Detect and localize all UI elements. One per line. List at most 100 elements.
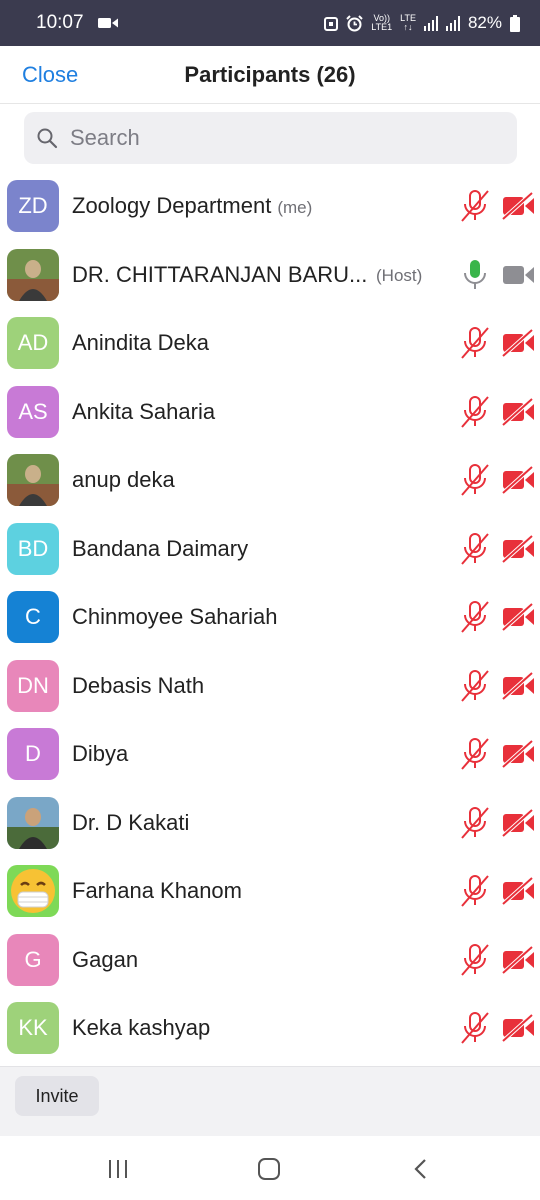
microphone-muted-icon[interactable] xyxy=(459,600,491,634)
video-off-icon[interactable] xyxy=(501,191,535,221)
microphone-muted-icon[interactable] xyxy=(459,395,491,429)
participant-row[interactable]: DR. CHITTARANJAN BARU... (Host) xyxy=(0,241,540,310)
bottom-toolbar: Invite xyxy=(0,1066,540,1136)
avatar: BD xyxy=(7,522,59,575)
alarm-icon xyxy=(346,14,363,31)
participant-row[interactable]: Dr. D Kakati xyxy=(0,789,540,858)
battery-percent: 82% xyxy=(467,13,502,32)
volte-indicator: Vo)) LTE1 xyxy=(371,14,392,32)
video-off-icon[interactable] xyxy=(501,945,535,974)
participant-name-group: Farhana Khanom xyxy=(72,878,242,904)
microphone-muted-icon[interactable] xyxy=(459,737,491,771)
lte-arrows: ↑↓ xyxy=(403,22,413,32)
video-off-icon[interactable] xyxy=(501,465,535,495)
participant-name-group: Ankita Saharia xyxy=(72,399,215,425)
participant-name: Bandana Daimary xyxy=(72,535,249,561)
participants-list: ZD Zoology Department (me) DR. CHITTARANJAN… xyxy=(0,172,540,1063)
microphone-muted-icon[interactable] xyxy=(459,1011,491,1045)
video-off-icon[interactable] xyxy=(501,602,535,632)
participant-row[interactable]: G Gagan xyxy=(0,926,540,995)
participant-name-group: Anindita Deka xyxy=(72,330,209,356)
video-camera-icon xyxy=(97,18,118,28)
avatar: AS xyxy=(7,385,59,438)
search-box[interactable] xyxy=(24,112,517,164)
participant-row[interactable]: C Chinmoyee Sahariah xyxy=(0,583,540,652)
system-nav-bar xyxy=(0,1136,540,1200)
video-off-icon[interactable] xyxy=(501,328,535,358)
video-camera-icon[interactable] xyxy=(501,261,535,289)
participant-row[interactable]: Farhana Khanom xyxy=(0,857,540,926)
status-bar: 10:07 Vo)) LTE1 LTE ↑↓ 82% xyxy=(0,0,540,46)
host-tag: (Host) xyxy=(376,265,423,285)
avatar: ZD xyxy=(7,180,59,233)
back-icon[interactable] xyxy=(404,1154,438,1184)
participants-header: Close Participants (26) xyxy=(0,46,540,104)
participant-row[interactable]: anup deka xyxy=(0,446,540,515)
participant-name: Chinmoyee Sahariah xyxy=(72,604,278,630)
participant-name-group: Debasis Nath xyxy=(72,673,204,699)
participant-name: Ankita Saharia xyxy=(72,398,216,424)
participant-row[interactable]: D Dibya xyxy=(0,720,540,789)
invite-button[interactable]: Invite xyxy=(15,1076,99,1116)
video-off-icon[interactable] xyxy=(501,397,535,426)
microphone-muted-icon[interactable] xyxy=(459,532,491,566)
recent-apps-icon[interactable] xyxy=(101,1154,135,1184)
video-off-icon[interactable] xyxy=(501,876,535,906)
microphone-muted-icon[interactable] xyxy=(459,463,491,497)
video-off-icon[interactable] xyxy=(501,808,535,837)
microphone-muted-icon[interactable] xyxy=(459,326,491,360)
participant-row[interactable]: AD Anindita Deka xyxy=(0,309,540,378)
status-time: 10:07 xyxy=(36,12,84,33)
participant-name: anup deka xyxy=(72,467,175,493)
signal-icon-2 xyxy=(445,15,460,31)
participant-name: DR. CHITTARANJAN BARU... xyxy=(72,261,368,287)
close-button[interactable]: Close xyxy=(22,62,78,88)
participant-name: Dibya xyxy=(72,741,129,767)
participant-row[interactable]: KK Keka kashyap xyxy=(0,994,540,1063)
me-tag: (me) xyxy=(277,198,313,218)
microphone-muted-icon[interactable] xyxy=(459,189,491,223)
microphone-muted-icon[interactable] xyxy=(459,669,491,703)
microphone-icon[interactable] xyxy=(459,258,491,292)
participant-name-group: Gagan xyxy=(72,947,138,973)
participant-name: Gagan xyxy=(72,946,139,972)
avatar: C xyxy=(7,591,59,644)
avatar xyxy=(7,454,59,507)
participant-name: Debasis Nath xyxy=(72,672,205,698)
home-icon[interactable] xyxy=(252,1154,286,1184)
video-off-icon[interactable] xyxy=(501,534,535,563)
participant-row[interactable]: ZD Zoology Department (me) xyxy=(0,172,540,241)
participant-name-group: Chinmoyee Sahariah xyxy=(72,604,277,630)
participant-name-group: Dr. D Kakati xyxy=(72,810,189,836)
avatar: DN xyxy=(7,659,59,712)
participant-name: Anindita Deka xyxy=(72,330,209,356)
participant-name: Keka kashyap xyxy=(72,1015,211,1041)
search-icon xyxy=(37,128,58,149)
participant-name: Farhana Khanom xyxy=(72,878,242,904)
video-off-icon[interactable] xyxy=(501,1013,535,1043)
battery-icon xyxy=(510,14,520,32)
participant-name-group: DR. CHITTARANJAN BARU... xyxy=(72,262,367,288)
microphone-muted-icon[interactable] xyxy=(459,874,491,908)
avatar: G xyxy=(7,933,59,986)
participant-row[interactable]: DN Debasis Nath xyxy=(0,652,540,721)
participant-name: Dr. D Kakati xyxy=(72,809,190,835)
search-input[interactable] xyxy=(70,125,470,151)
volte-bottom: LTE1 xyxy=(371,22,393,32)
avatar: D xyxy=(7,728,59,781)
participant-row[interactable]: BD Bandana Daimary xyxy=(0,515,540,584)
avatar: AD xyxy=(7,317,59,370)
participant-name-group: Keka kashyap xyxy=(72,1015,210,1041)
signal-icon xyxy=(423,15,438,31)
video-off-icon[interactable] xyxy=(501,671,535,700)
screenshot-lock-icon xyxy=(324,17,339,31)
participant-name-group: anup deka xyxy=(72,467,175,493)
participant-row[interactable]: AS Ankita Saharia xyxy=(0,378,540,447)
lte-indicator: LTE ↑↓ xyxy=(400,14,416,32)
avatar xyxy=(7,248,59,301)
avatar: KK xyxy=(7,1002,59,1055)
microphone-muted-icon[interactable] xyxy=(459,943,491,977)
video-off-icon[interactable] xyxy=(501,739,535,769)
participant-name: Zoology Department xyxy=(72,193,272,219)
microphone-muted-icon[interactable] xyxy=(459,806,491,840)
